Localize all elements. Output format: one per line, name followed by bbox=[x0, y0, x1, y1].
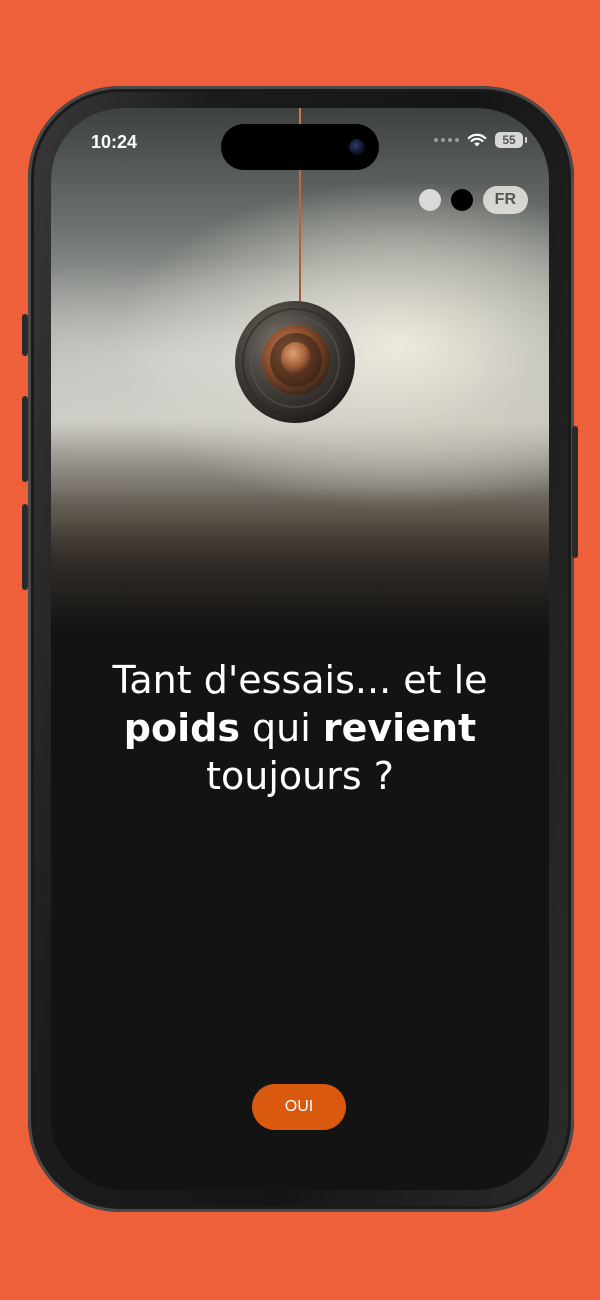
question-qui: qui bbox=[252, 706, 311, 750]
yoyo-illustration bbox=[235, 301, 355, 423]
language-switch-button[interactable]: FR bbox=[482, 186, 528, 214]
action-button bbox=[22, 314, 28, 356]
question-bold-revient: revient bbox=[322, 706, 477, 750]
hero-ground bbox=[51, 488, 549, 628]
power-button bbox=[572, 426, 578, 558]
question-line-1: Tant d'essais... et le bbox=[112, 658, 488, 702]
top-controls: FR bbox=[418, 186, 528, 214]
question-bold-poids: poids bbox=[123, 706, 240, 750]
wifi-icon bbox=[467, 133, 487, 146]
question-heading: Tant d'essais... et le poids qui revient… bbox=[51, 656, 549, 800]
phone-screen: 10:24 55 FR Tant d'essais... et le poids… bbox=[51, 108, 549, 1190]
light-theme-toggle[interactable] bbox=[418, 189, 441, 211]
battery-icon: 55 bbox=[495, 132, 527, 148]
volume-up-button bbox=[22, 396, 28, 482]
front-camera-icon bbox=[349, 139, 365, 155]
oui-button[interactable]: OUI bbox=[252, 1084, 346, 1130]
question-line-2: poids qui revient bbox=[51, 704, 549, 752]
status-icons: 55 bbox=[434, 132, 527, 148]
question-line-3: toujours ? bbox=[206, 754, 394, 798]
cellular-signal-icon bbox=[434, 138, 459, 142]
volume-down-button bbox=[22, 504, 28, 590]
status-time: 10:24 bbox=[91, 132, 138, 152]
dark-theme-toggle[interactable] bbox=[450, 189, 473, 211]
dynamic-island bbox=[221, 124, 379, 170]
